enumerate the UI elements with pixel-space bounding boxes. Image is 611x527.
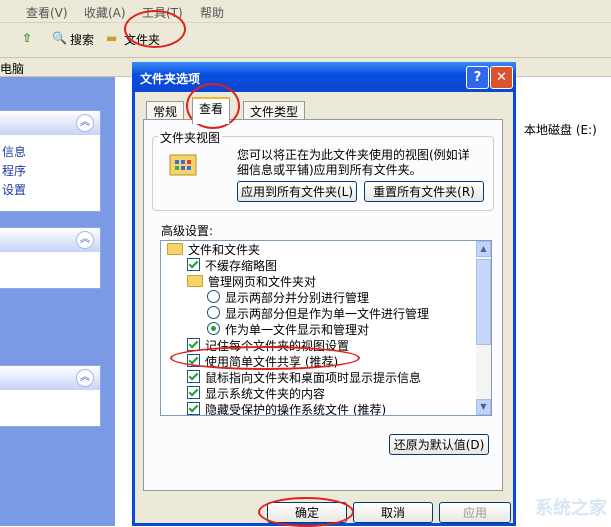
apply-to-all-folders-button[interactable]: 应用到所有文件夹(L) (237, 181, 357, 202)
panel-header: ︽ (0, 228, 100, 252)
folder-options-dialog: 文件夹选项 ? ✕ 常规 查看 文件类型 文件夹视图 您可以将正在为此文件夹使用… (132, 62, 516, 526)
list-item[interactable]: 显示系统文件夹的内容 (187, 386, 325, 402)
task-link-programs[interactable]: 程序 (0, 162, 100, 181)
list-item[interactable]: 显示两部分并分别进行管理 (207, 290, 369, 306)
task-link-settings[interactable]: 设置 (0, 181, 100, 200)
list-item: 管理网页和文件夹对 (187, 274, 316, 290)
tab-file-types[interactable]: 文件类型 (243, 101, 306, 121)
task-pane: ︽ 信息 程序 设置 ︽ ︽ (0, 77, 115, 526)
scroll-down-icon[interactable]: ▼ (476, 399, 491, 415)
menu-favorites[interactable]: 收藏(A) (84, 4, 126, 21)
reset-all-folders-button[interactable]: 重置所有文件夹(R) (364, 181, 484, 202)
list-item-label: 不缓存缩略图 (205, 259, 278, 273)
list-item[interactable]: 鼠标指向文件夹和桌面项时显示提示信息 (187, 370, 421, 386)
checkbox[interactable] (187, 386, 200, 399)
list-item-label: 隐藏受保护的操作系统文件 (推荐) (205, 403, 387, 416)
checkbox[interactable] (187, 402, 200, 415)
drive-label[interactable]: 本地磁盘 (E:) (524, 121, 597, 138)
annotation-ellipse-ok (258, 497, 354, 527)
toolbar: ⇧ 🔍 搜索 ▬ 文件夹 (0, 23, 611, 58)
panel-header: ︽ (0, 366, 100, 390)
radio-button[interactable] (207, 290, 220, 303)
collapse-icon[interactable]: ︽ (76, 114, 94, 132)
close-button[interactable]: ✕ (490, 66, 513, 89)
folder-icon (187, 275, 203, 287)
cancel-button[interactable]: 取消 (353, 502, 433, 523)
folder-view-group: 文件夹视图 您可以将正在为此文件夹使用的视图(例如详细信息或平铺)应用到所有文件… (152, 129, 494, 211)
checkbox[interactable] (187, 370, 200, 383)
list-item-label: 显示两部分但是作为单一文件进行管理 (225, 307, 430, 321)
advanced-settings-label: 高级设置: (161, 224, 214, 238)
list-item[interactable]: 隐藏受保护的操作系统文件 (推荐) (187, 402, 387, 416)
folder-icon (167, 243, 183, 255)
task-panel-3: ︽ (0, 365, 101, 427)
address-text: 电脑 (0, 62, 25, 76)
collapse-icon[interactable]: ︽ (76, 369, 94, 387)
collapse-icon[interactable]: ︽ (76, 231, 94, 249)
list-item-label: 显示系统文件夹的内容 (205, 387, 326, 401)
menu-help[interactable]: 帮助 (200, 4, 224, 21)
menu-view[interactable]: 查看(V) (26, 4, 68, 21)
annotation-ellipse-tools (124, 10, 186, 48)
task-panel-1: ︽ 信息 程序 设置 (0, 110, 101, 212)
folder-view-icon (169, 154, 197, 176)
list-item[interactable]: 不缓存缩略图 (187, 258, 277, 274)
search-button[interactable]: 搜索 (70, 31, 94, 48)
annotation-ellipse-simple-sharing (170, 346, 360, 370)
list-item-label: 鼠标指向文件夹和桌面项时显示提示信息 (205, 371, 422, 385)
dialog-title: 文件夹选项 (140, 72, 201, 86)
help-button[interactable]: ? (466, 66, 489, 89)
folder-icon: ▬ (106, 31, 118, 45)
list-item-label: 管理网页和文件夹对 (208, 275, 317, 289)
scroll-thumb[interactable] (476, 259, 491, 345)
radio-button[interactable] (207, 322, 220, 335)
list-item[interactable]: 显示两部分但是作为单一文件进行管理 (207, 306, 429, 322)
folder-view-description: 您可以将正在为此文件夹使用的视图(例如详细信息或平铺)应用到所有文件夹。 (237, 148, 470, 177)
up-arrow-icon[interactable]: ⇧ (22, 31, 32, 45)
restore-defaults-button[interactable]: 还原为默认值(D) (389, 434, 489, 455)
scroll-up-icon[interactable]: ▲ (476, 241, 491, 257)
dialog-titlebar[interactable]: 文件夹选项 ? ✕ (132, 62, 516, 92)
list-item[interactable]: 作为单一文件显示和管理对 (207, 322, 369, 338)
advanced-settings-list[interactable]: 文件和文件夹 不缓存缩略图 管理网页和文件夹对 显示两部分并分别进行管理 显示两… (160, 240, 492, 416)
watermark: 系统之家 (535, 498, 607, 519)
tab-general[interactable]: 常规 (146, 101, 185, 121)
search-icon: 🔍 (52, 31, 67, 45)
menu-bar: 查看(V) 收藏(A) 工具(T) 帮助 (0, 0, 611, 23)
checkbox[interactable] (187, 258, 200, 271)
radio-button[interactable] (207, 306, 220, 319)
list-item-label: 作为单一文件显示和管理对 (225, 323, 370, 337)
list-item: 文件和文件夹 (167, 242, 260, 258)
panel-header: ︽ (0, 111, 100, 135)
list-item-label: 显示两部分并分别进行管理 (225, 291, 370, 305)
task-panel-2: ︽ (0, 227, 101, 289)
list-item-label: 文件和文件夹 (188, 243, 261, 257)
tab-view[interactable]: 查看 (192, 97, 231, 124)
vertical-scrollbar[interactable]: ▲ ▼ (476, 241, 491, 415)
task-link-info[interactable]: 信息 (0, 143, 100, 162)
folder-view-title: 文件夹视图 (158, 129, 223, 146)
